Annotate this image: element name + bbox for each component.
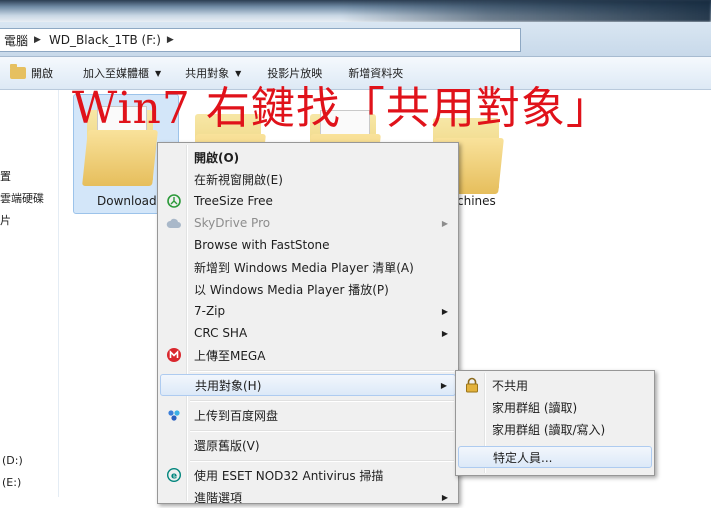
menu-item-restore-previous[interactable]: 還原舊版(V) (160, 434, 456, 456)
menu-item-label: 7-Zip (194, 304, 226, 318)
menu-item-label: 進階選項 (194, 490, 243, 505)
nav-item-label: 片 (0, 214, 11, 227)
menu-item-crc-sha[interactable]: CRC SHA ▶ (160, 322, 456, 344)
menu-item-wmp-add[interactable]: 新增到 Windows Media Player 清單(A) (160, 256, 456, 278)
nav-item-drive-e[interactable]: (E:) (2, 476, 21, 489)
breadcrumb-drive[interactable]: WD_Black_1TB (F:) (45, 33, 165, 47)
menu-item-label: 不共用 (492, 378, 529, 393)
nav-item-label: (D:) (2, 454, 23, 467)
submenu-arrow-icon: ▶ (440, 380, 447, 390)
menu-item-homegroup-read[interactable]: 家用群組 (讀取) (458, 396, 652, 418)
menu-item-label: 在新視窗開啟(E) (194, 172, 283, 187)
chevron-right-icon[interactable]: ▶ (165, 35, 178, 45)
overlay-title: Win7 右鍵找「共用對象」 (72, 83, 611, 134)
menu-item-faststone[interactable]: Browse with FastStone (160, 234, 456, 256)
menu-item-7zip[interactable]: 7-Zip ▶ (160, 300, 456, 322)
mega-icon (166, 347, 182, 363)
lock-icon (464, 377, 480, 393)
menu-separator (190, 400, 454, 402)
menu-item-label: 上傳至MEGA (194, 348, 266, 363)
open-button-label: 開啟 (31, 67, 53, 80)
address-bar-area: 電腦 ▶ WD_Black_1TB (F:) ▶ (0, 22, 711, 57)
menu-item-label: 共用對象(H) (195, 378, 262, 393)
breadcrumb-label: 電腦 (4, 33, 29, 48)
breadcrumb-computer[interactable]: 電腦 (0, 32, 32, 49)
submenu-arrow-icon: ▶ (441, 492, 448, 502)
menu-item-specific-people[interactable]: 特定人員... (458, 446, 652, 468)
menu-item-homegroup-readwrite[interactable]: 家用群組 (讀取/寫入) (458, 418, 652, 440)
menu-item-label: 特定人員... (493, 450, 553, 465)
menu-separator (190, 430, 454, 432)
menu-item-label: TreeSize Free (194, 194, 273, 208)
menu-item-label: 家用群組 (讀取) (492, 400, 578, 415)
nav-item-drive-d[interactable]: (D:) (2, 454, 23, 467)
menu-item-open[interactable]: 開啟(O) (160, 146, 456, 168)
menu-item-mega[interactable]: 上傳至MEGA (160, 344, 456, 366)
address-bar[interactable]: 電腦 ▶ WD_Black_1TB (F:) ▶ (0, 28, 521, 52)
menu-item-share-with[interactable]: 共用對象(H) ▶ (160, 374, 456, 396)
folder-open-icon (10, 64, 26, 79)
breadcrumb-label: WD_Black_1TB (F:) (48, 33, 161, 47)
open-button[interactable]: 開啟 (0, 61, 61, 85)
navigation-pane: 置 雲端硬碟 片 (D:) (E:) (0, 90, 59, 497)
menu-item-label: SkyDrive Pro (194, 216, 271, 230)
nav-item-cloud-drive[interactable]: 雲端硬碟 (0, 190, 44, 206)
menu-separator (190, 460, 454, 462)
chevron-right-icon[interactable]: ▶ (32, 35, 45, 45)
nav-item[interactable]: 片 (0, 212, 11, 228)
menu-item-label: 使用 ESET NOD32 Antivirus 掃描 (194, 468, 384, 483)
menu-item-open-new-window[interactable]: 在新視窗開啟(E) (160, 168, 456, 190)
menu-item-label: 還原舊版(V) (194, 438, 260, 453)
menu-item-baidu[interactable]: 上传到百度网盘 (160, 404, 456, 426)
nav-item[interactable]: 置 (0, 168, 11, 184)
folder-front-icon (82, 130, 158, 186)
baidu-icon (166, 407, 182, 423)
menu-item-label: 家用群組 (讀取/寫入) (492, 422, 606, 437)
submenu-arrow-icon: ▶ (441, 328, 448, 338)
menu-item-label: 以 Windows Media Player 播放(P) (194, 282, 389, 297)
menu-item-label: 新增到 Windows Media Player 清單(A) (194, 260, 414, 275)
menu-item-advanced[interactable]: 進階選項 ▶ (160, 486, 456, 508)
menu-item-eset-scan[interactable]: e 使用 ESET NOD32 Antivirus 掃描 (160, 464, 456, 486)
menu-item-label: 上传到百度网盘 (194, 408, 279, 423)
menu-item-label: 開啟(O) (194, 150, 240, 165)
cloud-icon (166, 215, 182, 231)
context-menu: 開啟(O) 在新視窗開啟(E) TreeSize Free SkyDrive P… (157, 142, 459, 505)
share-submenu: 不共用 家用群組 (讀取) 家用群組 (讀取/寫入) 特定人員... (455, 370, 655, 476)
folder-machines-label: chines (457, 194, 496, 208)
menu-item-wmp-play[interactable]: 以 Windows Media Player 播放(P) (160, 278, 456, 300)
treesize-icon (166, 193, 182, 209)
menu-item-nobody[interactable]: 不共用 (458, 374, 652, 396)
nav-item-label: 雲端硬碟 (0, 192, 44, 205)
menu-item-label: CRC SHA (194, 326, 248, 340)
menu-separator (190, 370, 454, 372)
nav-item-label: (E:) (2, 476, 22, 489)
svg-text:e: e (171, 472, 177, 482)
blurred-background (340, 0, 711, 22)
menu-item-treesize[interactable]: TreeSize Free (160, 190, 456, 212)
submenu-arrow-icon: ▶ (441, 218, 448, 228)
eset-icon: e (166, 467, 182, 483)
nav-item-label: 置 (0, 170, 11, 183)
submenu-arrow-icon: ▶ (441, 306, 448, 316)
folder-downloads-label: Download (97, 194, 157, 208)
menu-item-skydrive-pro[interactable]: SkyDrive Pro ▶ (160, 212, 456, 234)
menu-item-label: Browse with FastStone (194, 238, 330, 252)
